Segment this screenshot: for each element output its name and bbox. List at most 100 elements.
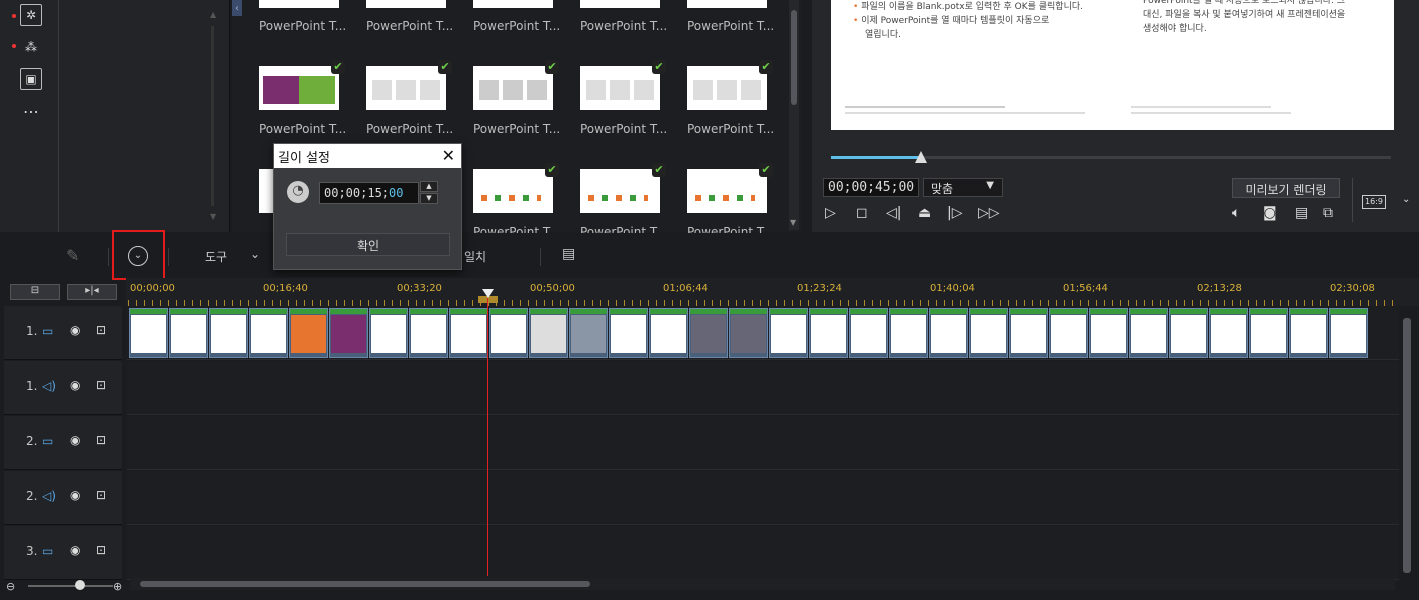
video-clip[interactable] (129, 308, 168, 358)
track-header-audio-1[interactable]: 1. ◁) ◉ ⊡ (4, 361, 122, 415)
video-clip[interactable] (769, 308, 808, 358)
video-clip[interactable] (929, 308, 968, 358)
particle-icon[interactable]: ✲ (20, 4, 42, 26)
video-clip[interactable] (1129, 308, 1168, 358)
template-thumbnail[interactable] (259, 0, 339, 8)
video-clip[interactable] (729, 308, 768, 358)
video-clip[interactable] (569, 308, 608, 358)
timeline-horizontal-scrollbar[interactable] (130, 578, 1395, 590)
collapse-chevron-icon[interactable]: ‹ (232, 0, 242, 16)
video-clip[interactable] (969, 308, 1008, 358)
snapshot-camera-icon[interactable]: ◙ (1263, 205, 1277, 221)
video-clip[interactable] (409, 308, 448, 358)
video-clip[interactable] (889, 308, 928, 358)
template-thumbnail[interactable] (687, 163, 773, 213)
template-thumbnail[interactable] (580, 0, 660, 8)
fit-timeline-icon[interactable]: ▸|◂ (67, 284, 117, 300)
more-icon[interactable]: ⋯ (20, 100, 42, 122)
stop-icon[interactable]: ◻ (856, 205, 868, 221)
confirm-button[interactable]: 확인 (286, 233, 450, 256)
zoom-slider[interactable] (28, 585, 113, 587)
previous-frame-icon[interactable]: ◁| (886, 205, 901, 221)
zoom-in-icon[interactable]: ⊕ (113, 580, 122, 593)
track-header-audio-2[interactable]: 2. ◁) ◉ ⊡ (4, 471, 122, 525)
track-header-video-2[interactable]: 2. ▭ ◉ ⊡ (4, 416, 122, 470)
lock-icon[interactable]: ⊡ (96, 488, 106, 502)
split-icon[interactable]: ⏏ (918, 205, 931, 221)
preview-timecode[interactable]: 00;00;45;00 (823, 178, 920, 197)
lock-icon[interactable]: ⊡ (96, 323, 106, 337)
template-thumbnail[interactable] (473, 0, 553, 8)
zoom-fit-dropdown[interactable]: 맞춤 ▼ (923, 178, 1003, 197)
video-clip[interactable] (1009, 308, 1048, 358)
video-clip[interactable] (1289, 308, 1328, 358)
template-thumbnail[interactable] (580, 60, 666, 110)
library-scrollbar[interactable]: ▼ (789, 0, 799, 230)
eye-icon[interactable]: ◉ (70, 543, 80, 557)
template-thumbnail[interactable] (687, 0, 767, 8)
track-lane-audio-1[interactable] (127, 361, 1399, 415)
video-clip[interactable] (809, 308, 848, 358)
video-clip[interactable] (1249, 308, 1288, 358)
video-clip[interactable] (289, 308, 328, 358)
zoom-out-icon[interactable]: ⊖ (6, 580, 15, 593)
play-icon[interactable]: ▷ (825, 205, 836, 221)
template-thumbnail[interactable] (580, 163, 666, 213)
pip-icon[interactable]: ▣ (20, 68, 42, 90)
video-clip[interactable] (1089, 308, 1128, 358)
video-clip[interactable] (1169, 308, 1208, 358)
tool-panel-scrollbar[interactable]: ▲ ▼ (207, 10, 217, 221)
video-clip[interactable] (649, 308, 688, 358)
video-clip[interactable] (609, 308, 648, 358)
template-thumbnail[interactable] (687, 60, 773, 110)
track-header-video-1[interactable]: 1. ▭ ◉ ⊡ (4, 306, 122, 360)
template-thumbnail[interactable] (366, 60, 452, 110)
chevron-down-icon[interactable]: ⌄ (250, 247, 260, 261)
lock-icon[interactable]: ⊡ (96, 433, 106, 447)
render-preview-button[interactable]: 미리보기 렌더링 (1232, 178, 1340, 198)
pen-icon[interactable]: ✎ (66, 246, 79, 265)
template-thumbnail[interactable] (259, 60, 345, 110)
video-clip[interactable] (489, 308, 528, 358)
external-window-icon[interactable]: ⧉ (1323, 205, 1333, 221)
template-thumbnail[interactable] (473, 60, 559, 110)
eye-icon[interactable]: ◉ (70, 488, 80, 502)
video-clip[interactable] (449, 308, 488, 358)
lock-icon[interactable]: ⊡ (96, 543, 106, 557)
video-clip[interactable] (529, 308, 568, 358)
aspect-ratio-button[interactable]: 16:9 (1362, 195, 1386, 209)
template-thumbnail[interactable] (473, 163, 559, 213)
video-clip[interactable] (169, 308, 208, 358)
video-clip[interactable] (209, 308, 248, 358)
storyboard-view-icon[interactable]: ⊟ (10, 284, 60, 300)
tools-menu-label[interactable]: 도구 (205, 248, 227, 265)
track-lane-video-2[interactable] (127, 416, 1399, 470)
chapter-list-icon[interactable]: ▤ (562, 246, 575, 262)
seek-handle-icon[interactable] (915, 151, 927, 163)
timeline-vertical-scrollbar[interactable] (1403, 318, 1411, 573)
eye-icon[interactable]: ◉ (70, 323, 80, 337)
video-clip[interactable] (249, 308, 288, 358)
zoom-slider-handle[interactable] (75, 580, 85, 590)
video-clip[interactable] (369, 308, 408, 358)
track-header-video-3[interactable]: 3. ▭ ◉ ⊡ (4, 526, 122, 580)
video-clip[interactable] (1209, 308, 1248, 358)
scroll-thumb[interactable] (140, 581, 590, 587)
volume-icon[interactable]: 🔈︎ (1232, 205, 1240, 221)
scroll-thumb[interactable] (791, 10, 797, 105)
video-clip[interactable] (1049, 308, 1088, 358)
subtitle-icon[interactable]: ▤ (1295, 205, 1308, 221)
fast-forward-icon[interactable]: ▷▷ (978, 205, 1000, 221)
video-clip[interactable] (849, 308, 888, 358)
fit-match-label[interactable]: 일치 (464, 248, 486, 265)
playhead-handle-icon[interactable] (478, 289, 498, 303)
next-frame-icon[interactable]: |▷ (947, 205, 962, 221)
track-lane-audio-2[interactable] (127, 471, 1399, 525)
lock-icon[interactable]: ⊡ (96, 378, 106, 392)
eye-icon[interactable]: ◉ (70, 378, 80, 392)
sparkle-icon[interactable]: ⁂ (20, 36, 42, 58)
track-lane-video-3[interactable] (127, 526, 1399, 580)
template-thumbnail[interactable] (366, 0, 446, 8)
increment-icon[interactable]: ▲ (420, 181, 438, 192)
duration-input[interactable]: 00;00;15;00 (319, 182, 419, 204)
